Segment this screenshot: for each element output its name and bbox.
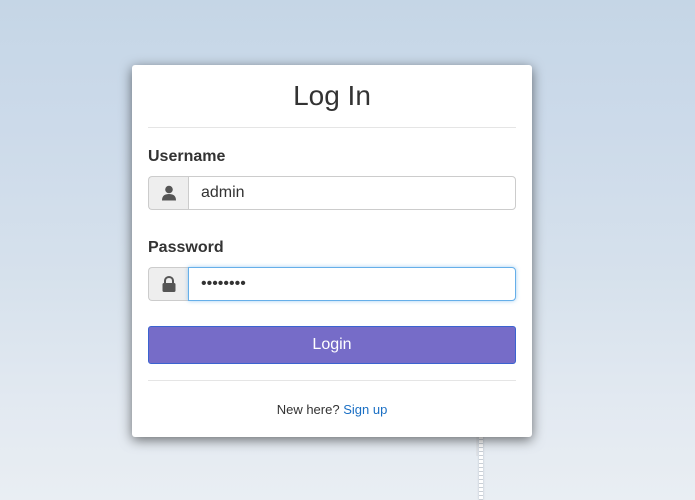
antenna-arm xyxy=(476,436,478,456)
user-icon xyxy=(148,176,188,210)
username-input-group xyxy=(148,176,516,210)
signup-prompt-text: New here? xyxy=(276,402,340,417)
login-card: Log In Username Password Login New here?… xyxy=(132,65,532,437)
password-input[interactable] xyxy=(188,267,516,301)
lock-icon xyxy=(148,267,188,301)
signup-prompt: New here? Sign up xyxy=(132,402,532,418)
username-input[interactable] xyxy=(188,176,516,210)
signup-link[interactable]: Sign up xyxy=(343,402,387,417)
antenna-mast xyxy=(479,436,483,500)
footer-divider xyxy=(148,380,516,381)
page-title: Log In xyxy=(293,80,371,111)
password-label: Password xyxy=(148,239,224,256)
login-button[interactable]: Login xyxy=(148,326,516,364)
username-label: Username xyxy=(148,148,226,165)
header-divider xyxy=(148,127,516,128)
background-antenna xyxy=(476,436,486,500)
password-input-group xyxy=(148,267,516,301)
